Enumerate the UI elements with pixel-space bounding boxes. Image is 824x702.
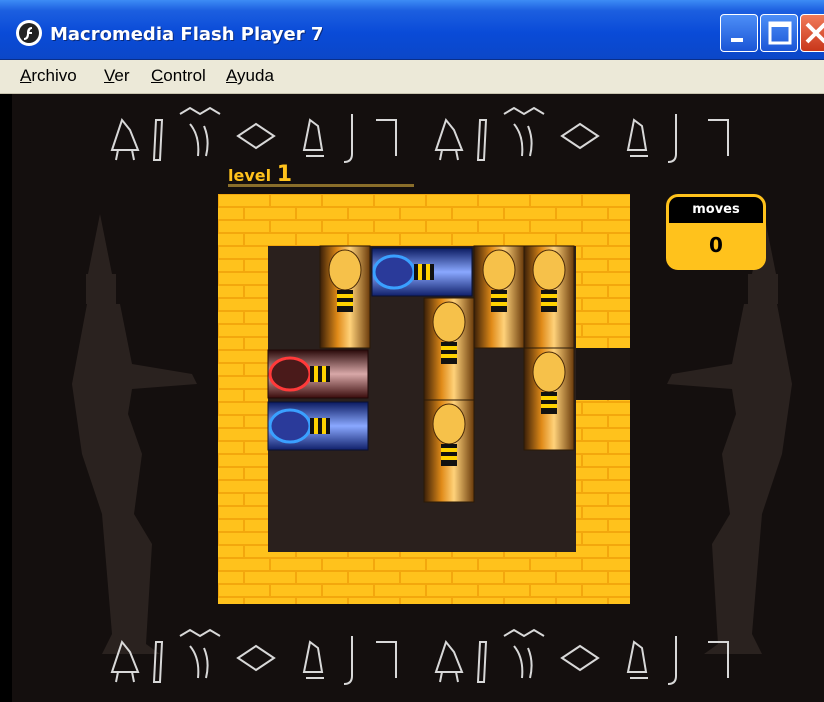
- hieroglyph-icon: [476, 119, 488, 161]
- hieroglyph-icon: [560, 122, 600, 150]
- hieroglyph-icon: [708, 641, 729, 678]
- exit-opening: [576, 348, 630, 400]
- hieroglyph-icon: [434, 639, 464, 683]
- hieroglyph-icon: [236, 122, 276, 150]
- moves-label: moves: [669, 197, 763, 223]
- hieroglyph-icon: [476, 641, 488, 683]
- level-label: level: [228, 166, 272, 185]
- minimize-button[interactable]: [720, 14, 758, 52]
- hieroglyph-icon: [376, 119, 397, 156]
- hieroglyph-icon: [302, 118, 324, 157]
- menu-archivo[interactable]: Archivo: [20, 66, 77, 86]
- game-board: [218, 194, 630, 604]
- hieroglyph-icon: [667, 114, 677, 163]
- sarcophagus-horizontal-blue[interactable]: [371, 247, 473, 297]
- title-bar: Macromedia Flash Player 7: [0, 0, 824, 60]
- moves-counter: moves 0: [666, 194, 766, 270]
- window-title: Macromedia Flash Player 7: [50, 24, 324, 45]
- sarcophagus-vertical[interactable]: [523, 245, 575, 349]
- sarcophagus-vertical[interactable]: [523, 347, 575, 451]
- hieroglyph-icon: [626, 640, 648, 679]
- sarcophagus-vertical[interactable]: [423, 297, 475, 401]
- sarcophagus-horizontal-blue[interactable]: [267, 401, 369, 451]
- hieroglyph-icon: [343, 114, 353, 163]
- hieroglyph-icon: [152, 119, 164, 161]
- hieroglyph-icon: [560, 644, 600, 672]
- hieroglyph-icon: [110, 117, 140, 161]
- close-button[interactable]: [800, 14, 824, 52]
- menu-control[interactable]: Control: [151, 66, 206, 86]
- hieroglyph-icon: [179, 106, 221, 157]
- hieroglyph-border-top: [110, 106, 729, 163]
- hieroglyph-icon: [152, 641, 164, 683]
- flash-player-icon: [16, 20, 42, 46]
- sarcophagus-vertical[interactable]: [423, 399, 475, 503]
- hieroglyph-icon: [434, 117, 464, 161]
- maximize-icon: [768, 21, 792, 45]
- close-icon: [805, 22, 824, 44]
- maximize-button[interactable]: [760, 14, 798, 52]
- hieroglyph-icon: [343, 636, 353, 685]
- hieroglyph-icon: [110, 639, 140, 683]
- hieroglyph-icon: [236, 644, 276, 672]
- hieroglyph-icon: [708, 119, 729, 156]
- hieroglyph-icon: [626, 118, 648, 157]
- menu-ver[interactable]: Ver: [104, 66, 130, 86]
- hieroglyph-icon: [302, 640, 324, 679]
- hieroglyph-icon: [503, 628, 545, 679]
- hieroglyph-icon: [503, 106, 545, 157]
- hieroglyph-icon: [376, 641, 397, 678]
- minimize-icon: [731, 38, 743, 42]
- sarcophagus-vertical[interactable]: [319, 245, 371, 349]
- flash-stage: level 1 moves 0: [12, 94, 824, 702]
- pharaoh-figure-right: [667, 214, 792, 654]
- hieroglyph-icon: [179, 628, 221, 679]
- moves-value: 0: [709, 233, 723, 257]
- pharaoh-figure-left: [72, 214, 197, 654]
- hieroglyph-icon: [667, 636, 677, 685]
- hieroglyph-border-bottom: [110, 628, 729, 685]
- menu-bar: Archivo Ver Control Ayuda: [0, 60, 824, 94]
- menu-ayuda[interactable]: Ayuda: [226, 66, 274, 86]
- sarcophagus-vertical[interactable]: [473, 245, 525, 349]
- sarcophagus-horizontal-red[interactable]: [267, 349, 369, 399]
- level-underline: [228, 184, 414, 187]
